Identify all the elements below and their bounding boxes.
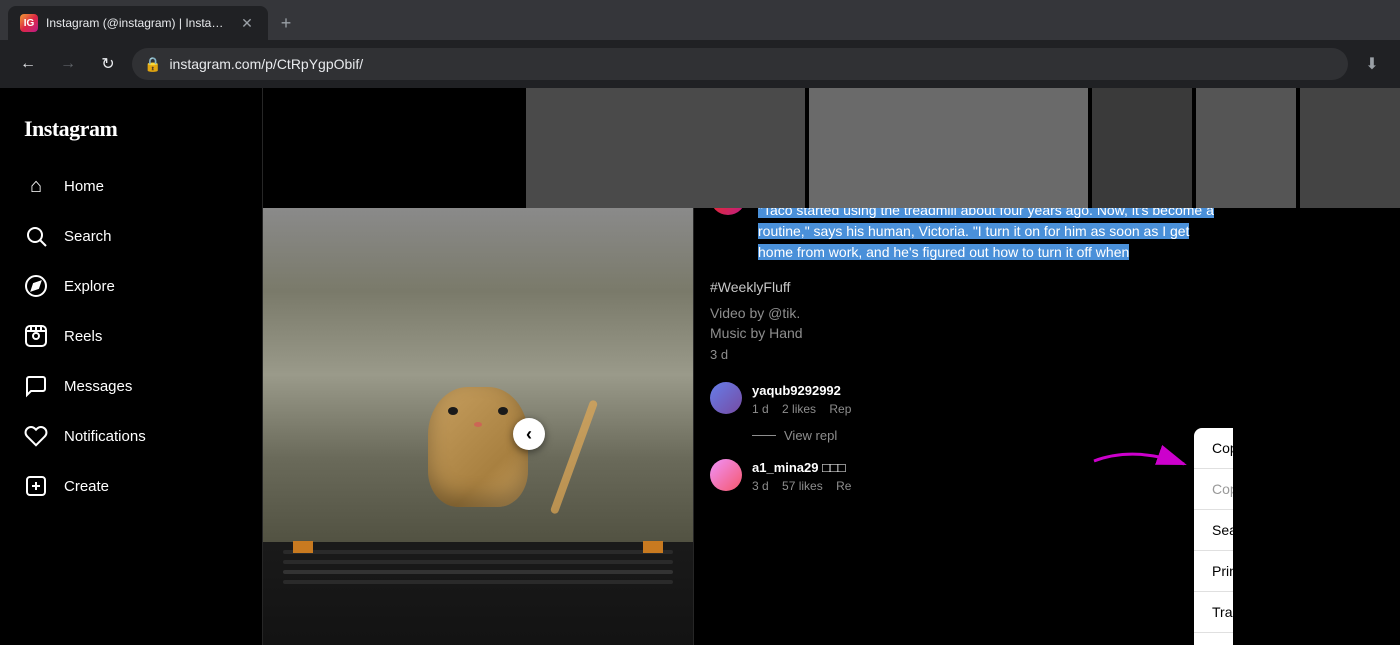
hashtag-text: #WeeklyFluff	[710, 279, 790, 295]
back-button[interactable]: ←	[12, 48, 44, 80]
sidebar-label-explore: Explore	[64, 278, 115, 295]
image-background	[263, 208, 693, 645]
browser-chrome: IG Instagram (@instagram) | Instagram ✕ …	[0, 0, 1400, 88]
selected-text: "Taco started using the treadmill about …	[758, 202, 1214, 260]
forward-button[interactable]: →	[52, 48, 84, 80]
reply-line	[752, 435, 776, 436]
video-credit-text: Video by @tik.	[710, 305, 800, 321]
tab-favicon: IG	[20, 14, 38, 32]
music-credit-text: Music by Hand	[710, 325, 803, 341]
new-tab-button[interactable]: +	[272, 9, 300, 37]
tab-title: Instagram (@instagram) | Instagram	[46, 16, 230, 30]
arrow-pointer	[1084, 436, 1204, 491]
hashtag-area: #WeeklyFluff	[694, 275, 1233, 303]
post-image	[263, 208, 693, 645]
comment-2-username: a1_mina29 □□□	[752, 460, 846, 475]
sidebar-item-notifications[interactable]: Notifications	[12, 412, 250, 460]
context-menu-print[interactable]: Print...	[1194, 551, 1233, 591]
treadmill-marker-right	[643, 541, 663, 553]
top-image-strip	[526, 88, 1400, 208]
sidebar-label-messages: Messages	[64, 378, 132, 395]
context-menu-copy-link-label: Copy link to highlight	[1212, 481, 1233, 497]
page: Instagram ⌂ Home Search Explore Reels	[0, 88, 1400, 645]
treadmill-marker-left	[293, 541, 313, 553]
context-menu-copy-label: Copy	[1212, 440, 1233, 456]
sidebar-item-reels[interactable]: Reels	[12, 312, 250, 360]
url-path: /p/CtRpYgpObif/	[261, 56, 363, 72]
sidebar-label-create: Create	[64, 478, 109, 495]
sidebar-label-search: Search	[64, 228, 112, 245]
sidebar-item-explore[interactable]: Explore	[12, 262, 250, 310]
post-details-scroll[interactable]: instagram ✓ Wow. It's time for @tik.taco…	[694, 167, 1233, 645]
sidebar-label-reels: Reels	[64, 328, 102, 345]
url-display: instagram.com/p/CtRpYgpObif/	[169, 56, 363, 72]
comment-2-avatar	[710, 459, 742, 491]
search-icon	[24, 224, 48, 248]
post-time: 3 d	[694, 343, 1233, 374]
sidebar-item-messages[interactable]: Messages	[12, 362, 250, 410]
comment-1-meta: 1 d 2 likes Rep	[752, 402, 1217, 416]
notifications-icon	[24, 424, 48, 448]
sidebar-label-notifications: Notifications	[64, 428, 146, 445]
arrow-svg	[1084, 436, 1204, 486]
comment-1: yaqub9292992 1 d 2 likes Rep	[694, 374, 1233, 424]
download-button[interactable]: ⬇	[1356, 48, 1388, 80]
url-protocol: instagram.com	[169, 56, 261, 72]
video-credit: Video by @tik.	[694, 303, 1233, 323]
refresh-button[interactable]: ↻	[92, 48, 124, 80]
context-menu-translate-label: Translate selection to English	[1212, 604, 1233, 620]
sidebar-item-search[interactable]: Search	[12, 212, 250, 260]
nav-bar: ← → ↻ 🔒 instagram.com/p/CtRpYgpObif/ ⬇	[0, 40, 1400, 88]
active-tab[interactable]: IG Instagram (@instagram) | Instagram ✕	[8, 6, 268, 40]
sidebar-label-home: Home	[64, 178, 104, 195]
sidebar-item-home[interactable]: ⌂ Home	[12, 162, 250, 210]
context-menu-search-google[interactable]: Search Google for ""Taco started using t…	[1194, 510, 1233, 550]
sidebar: Instagram ⌂ Home Search Explore Reels	[0, 88, 263, 645]
comment-1-username: yaqub9292992	[752, 383, 841, 398]
strip-item-3	[1092, 88, 1192, 208]
comment-1-content: yaqub9292992 1 d 2 likes Rep	[752, 382, 1217, 416]
context-menu-print-label: Print...	[1212, 563, 1233, 579]
context-menu-translate[interactable]: Translate selection to English	[1194, 592, 1233, 632]
messages-icon	[24, 374, 48, 398]
music-credit: Music by Hand	[694, 323, 1233, 343]
strip-item-5	[1300, 88, 1400, 208]
back-nav-button[interactable]: ‹	[513, 418, 545, 450]
post-image-area	[263, 208, 693, 645]
main-content: ‹ instagram ✓ • Follow Handsome Dancer •…	[263, 88, 1400, 645]
reels-icon	[24, 324, 48, 348]
comment-1-avatar	[710, 382, 742, 414]
strip-item-4	[1196, 88, 1296, 208]
cat-silhouette	[398, 387, 558, 587]
instagram-logo: Instagram	[12, 108, 250, 162]
tab-bar: IG Instagram (@instagram) | Instagram ✕ …	[0, 0, 1400, 40]
explore-icon	[24, 274, 48, 298]
home-icon: ⌂	[24, 174, 48, 198]
chevron-left-icon: ‹	[526, 424, 532, 445]
sidebar-item-create[interactable]: Create	[12, 462, 250, 510]
address-bar[interactable]: 🔒 instagram.com/p/CtRpYgpObif/	[132, 48, 1348, 80]
strip-item-2	[809, 88, 1088, 208]
context-menu-adblock[interactable]: AdBlock — best ad blocker	[1194, 633, 1233, 645]
create-icon	[24, 474, 48, 498]
strip-item-1	[526, 88, 805, 208]
tab-close-button[interactable]: ✕	[238, 14, 256, 32]
context-menu-search-label: Search Google for ""Taco started using t…	[1212, 522, 1233, 538]
view-replies-text: View repl	[784, 428, 837, 443]
lock-icon: 🔒	[144, 56, 161, 73]
